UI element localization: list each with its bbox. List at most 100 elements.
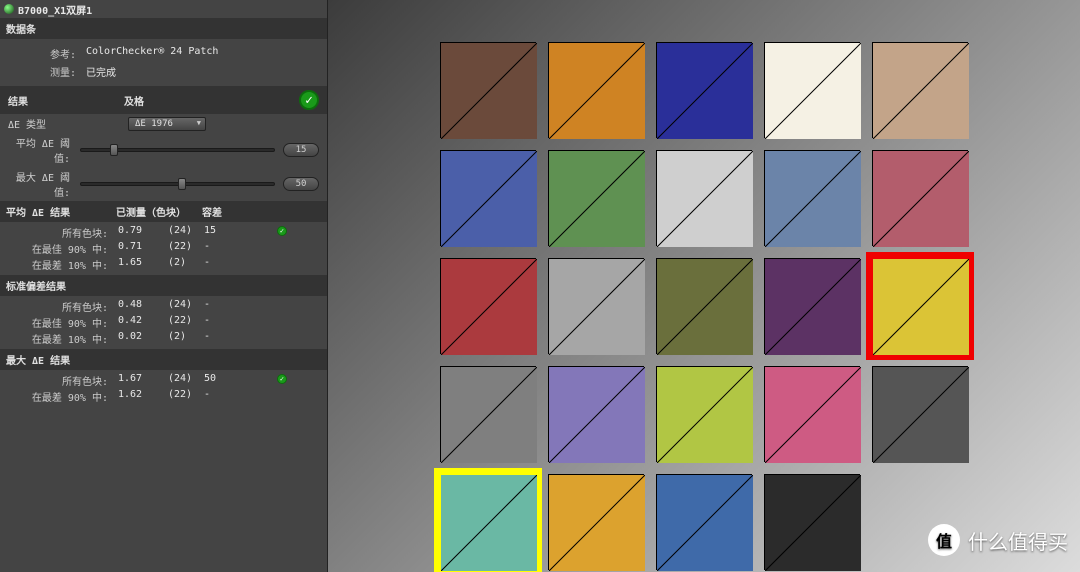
check-icon: ✓ [299, 90, 319, 110]
std-section-header: 标准偏差结果 [0, 275, 327, 296]
delta-type-row: ΔE 类型 ΔE 1976 [0, 114, 327, 133]
row-count: (22) [168, 389, 204, 404]
result-header-row: 结果 及格 ✓ [0, 86, 327, 114]
swatch-cell [872, 42, 968, 138]
color-swatch[interactable] [764, 42, 860, 138]
col-measured: 已测量（色块） [116, 204, 202, 219]
avg-threshold-row: 平均 ΔE 阈值: 15 [0, 133, 327, 167]
measure-label: 测量: [8, 64, 86, 79]
color-swatch[interactable] [764, 258, 860, 354]
swatch-cell [764, 258, 860, 354]
delta-type-label: ΔE 类型 [8, 116, 56, 131]
swatch-cell [548, 258, 644, 354]
window-title: B7000_X1双屏1 [18, 2, 92, 17]
color-swatch[interactable] [440, 150, 536, 246]
color-swatch[interactable] [656, 42, 752, 138]
max-threshold-value[interactable]: 50 [283, 177, 319, 191]
swatch-cell [548, 150, 644, 246]
swatch-cell [872, 150, 968, 246]
color-swatch[interactable] [872, 366, 968, 462]
row-value: 0.42 [118, 315, 168, 330]
row-count: (24) [168, 373, 204, 388]
delta-type-value: ΔE 1976 [135, 119, 173, 129]
row-value: 1.65 [118, 257, 168, 272]
row-tolerance: - [204, 315, 244, 330]
check-icon: ✓ [277, 226, 287, 236]
slider-thumb[interactable] [178, 178, 186, 190]
table-row: 在最佳 90% 中:0.71(22)- [8, 241, 319, 256]
row-label: 在最佳 90% 中: [8, 241, 118, 256]
row-tolerance: - [204, 331, 244, 346]
row-label: 所有色块: [8, 299, 118, 314]
color-swatch[interactable] [656, 474, 752, 570]
color-swatch[interactable] [764, 150, 860, 246]
row-count: (22) [168, 241, 204, 256]
table-row: 在最差 90% 中:1.62(22)- [8, 389, 319, 404]
color-swatch[interactable] [440, 258, 536, 354]
color-swatch[interactable] [548, 150, 644, 246]
col-tolerance: 容差 [202, 204, 222, 219]
watermark: 值 什么值得买 [928, 524, 1068, 556]
row-value: 0.71 [118, 241, 168, 256]
color-swatch[interactable] [764, 366, 860, 462]
color-swatch[interactable] [656, 150, 752, 246]
color-swatch[interactable] [656, 258, 752, 354]
swatch-cell [656, 366, 752, 462]
measure-value: 已完成 [86, 64, 116, 79]
color-swatch[interactable] [872, 258, 968, 354]
color-swatch[interactable] [548, 42, 644, 138]
delta-type-select[interactable]: ΔE 1976 [128, 117, 206, 131]
row-label: 在最差 10% 中: [8, 257, 118, 272]
max-threshold-label: 最大 ΔE 阈值: [8, 169, 80, 199]
swatch-cell [656, 42, 752, 138]
max-threshold-row: 最大 ΔE 阈值: 50 [0, 167, 327, 201]
watermark-badge-icon: 值 [928, 524, 960, 556]
swatch-cell [872, 258, 968, 354]
titlebar: B7000_X1双屏1 [0, 0, 327, 18]
ref-value: ColorChecker® 24 Patch [86, 46, 218, 61]
slider-thumb[interactable] [110, 144, 118, 156]
swatch-cell [548, 474, 644, 570]
row-count: (2) [168, 331, 204, 346]
color-swatch[interactable] [548, 474, 644, 570]
row-tolerance: - [204, 257, 244, 272]
canvas-area: 值 什么值得买 [328, 0, 1080, 572]
swatch-cell [656, 474, 752, 570]
color-swatch[interactable] [440, 42, 536, 138]
color-swatch[interactable] [872, 42, 968, 138]
row-label: 在最佳 90% 中: [8, 315, 118, 330]
std-table: 所有色块:0.48(24)-在最佳 90% 中:0.42(22)-在最差 10%… [0, 296, 327, 349]
row-tolerance: - [204, 241, 244, 256]
app-status-icon [4, 4, 14, 14]
color-swatch[interactable] [656, 366, 752, 462]
section-data-header: 数据条 [0, 18, 327, 39]
row-label: 在最差 10% 中: [8, 331, 118, 346]
color-swatch[interactable] [764, 474, 860, 570]
color-swatch[interactable] [440, 474, 536, 570]
row-count: (24) [168, 299, 204, 314]
table-row: 在最佳 90% 中:0.42(22)- [8, 315, 319, 330]
row-tolerance: 50 [204, 373, 244, 388]
data-section: 参考: ColorChecker® 24 Patch 测量: 已完成 [0, 39, 327, 86]
swatch-cell [548, 366, 644, 462]
color-swatch[interactable] [548, 258, 644, 354]
max-section-header: 最大 ΔE 结果 [0, 349, 327, 370]
section-result-header: 结果 [8, 93, 124, 108]
table-row: 所有色块:0.48(24)- [8, 299, 319, 314]
color-swatch[interactable] [548, 366, 644, 462]
max-threshold-slider[interactable] [80, 182, 275, 186]
sidebar: B7000_X1双屏1 数据条 参考: ColorChecker® 24 Pat… [0, 0, 328, 572]
row-count: (2) [168, 257, 204, 272]
row-label: 所有色块: [8, 225, 118, 240]
avg-header-text: 平均 ΔE 结果 [6, 204, 116, 219]
color-swatch[interactable] [872, 150, 968, 246]
avg-threshold-slider[interactable] [80, 148, 275, 152]
ref-label: 参考: [8, 46, 86, 61]
row-label: 在最差 90% 中: [8, 389, 118, 404]
row-tolerance: - [204, 299, 244, 314]
swatch-cell [440, 258, 536, 354]
row-value: 0.02 [118, 331, 168, 346]
avg-threshold-value[interactable]: 15 [283, 143, 319, 157]
swatch-cell [764, 474, 860, 570]
color-swatch[interactable] [440, 366, 536, 462]
